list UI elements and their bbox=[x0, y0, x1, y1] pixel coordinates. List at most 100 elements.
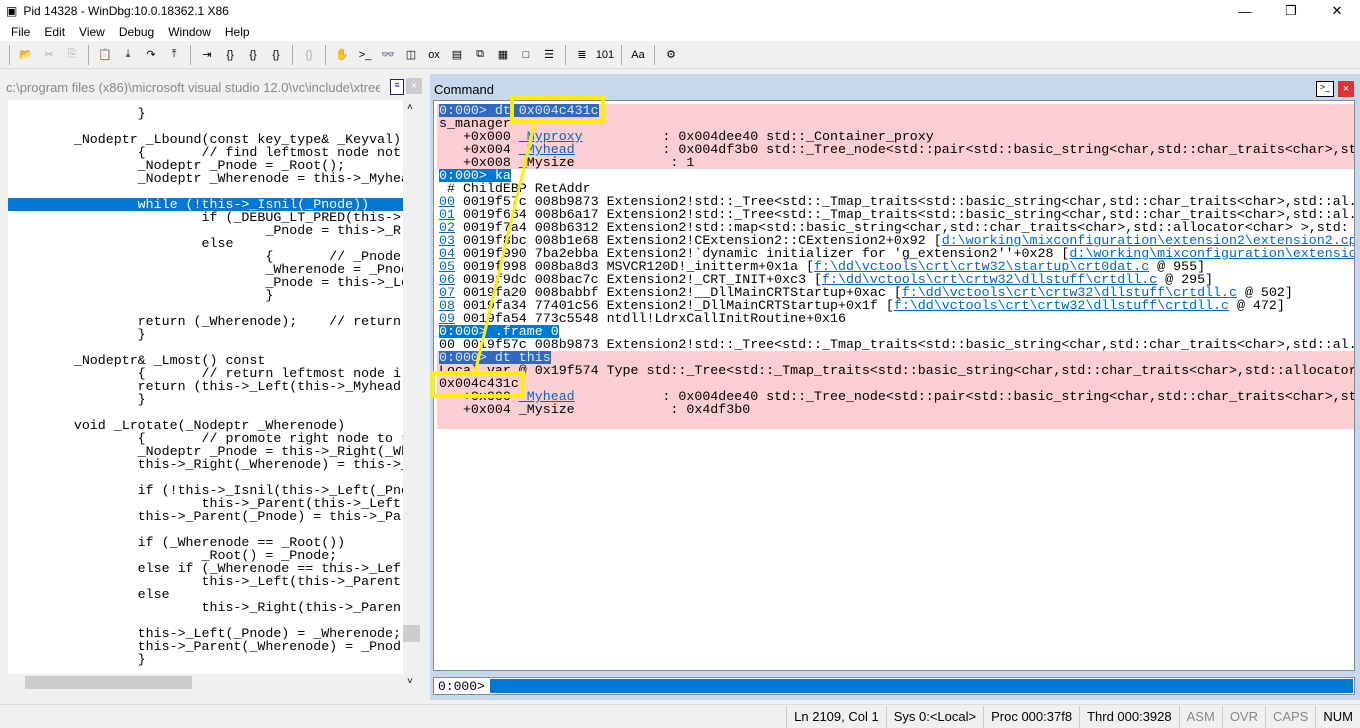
output-link[interactable]: 06 bbox=[439, 273, 455, 286]
open-icon[interactable]: 📂 bbox=[16, 45, 36, 65]
menu-view[interactable]: View bbox=[72, 25, 112, 39]
font-icon[interactable]: Aa bbox=[628, 45, 648, 65]
close-button[interactable]: ✕ bbox=[1314, 0, 1360, 22]
output-line: 00 0019f57c 008b9873 Extension2!std::_Tr… bbox=[437, 195, 1355, 208]
toolbar-separator bbox=[621, 44, 622, 65]
maximize-button[interactable]: ❐ bbox=[1268, 0, 1314, 22]
command-input[interactable] bbox=[489, 679, 1353, 693]
go-icon[interactable]: {} bbox=[220, 45, 240, 65]
menu-window[interactable]: Window bbox=[161, 25, 218, 39]
command-output[interactable]: 0:000> dt 0x004c431c s_manager +0x000 _My… bbox=[433, 100, 1355, 671]
output-link[interactable]: 05 bbox=[439, 260, 455, 273]
output-line: 0x004c431c bbox=[437, 377, 1354, 390]
document-icon[interactable]: ≡ bbox=[390, 79, 404, 95]
output-link[interactable]: f:\dd\vctools\crt\crtw32\dllstuff\crtdll… bbox=[902, 286, 1237, 299]
minimize-button[interactable]: — bbox=[1222, 0, 1268, 22]
step-into-icon[interactable]: ⤓ bbox=[118, 45, 138, 65]
scratch-icon[interactable]: □ bbox=[516, 45, 536, 65]
toolbar-separator bbox=[292, 44, 293, 65]
output-link[interactable]: _Myproxy bbox=[519, 130, 583, 143]
source-path: c:\program files (x86)\microsoft visual … bbox=[6, 80, 380, 95]
output-link[interactable]: _Myhead bbox=[519, 390, 575, 403]
run-to-cursor-icon[interactable]: ⇥ bbox=[197, 45, 217, 65]
scrollbar-thumb[interactable] bbox=[403, 625, 420, 642]
locals-icon[interactable]: ◫ bbox=[401, 45, 421, 65]
output-link[interactable]: 00 bbox=[439, 195, 455, 208]
output-link[interactable]: d:\working\mixconfiguration\extension2\e… bbox=[942, 234, 1354, 247]
hex-mode-icon[interactable]: 101 bbox=[595, 45, 615, 65]
source-mode-icon[interactable]: ≣ bbox=[572, 45, 592, 65]
output-text: 0019f9dc 008bac7c Extension2!_CRT_INIT+0… bbox=[454, 273, 823, 286]
paste-icon[interactable]: 📋 bbox=[95, 45, 115, 65]
output-link[interactable]: f:\dd\vctools\crt\crtw32\startup\crt0dat… bbox=[814, 260, 1149, 273]
source-line: } bbox=[10, 392, 146, 407]
source-horizontal-scrollbar[interactable] bbox=[8, 674, 403, 691]
break-icon[interactable]: {} bbox=[243, 45, 263, 65]
output-link[interactable]: _Myhead bbox=[519, 143, 575, 156]
copy-icon[interactable]: ⎘ bbox=[62, 45, 82, 65]
command-echo: 0:000> dt 0x004c431c bbox=[439, 104, 599, 117]
output-link[interactable]: 08 bbox=[439, 299, 455, 312]
output-line: +0x000 _Myhead : 0x004dee40 std::_Tree_n… bbox=[437, 390, 1354, 403]
menu-help[interactable]: Help bbox=[218, 25, 257, 39]
output-link[interactable]: 07 bbox=[439, 286, 455, 299]
call-stack-icon[interactable]: ⧉ bbox=[470, 45, 490, 65]
step-out-icon[interactable]: ⤒ bbox=[164, 45, 184, 65]
output-text: @ 472] bbox=[1228, 299, 1285, 312]
output-link[interactable]: f:\dd\vctools\crt\crtw32\dllstuff\crtdll… bbox=[822, 273, 1157, 286]
menu-file[interactable]: File bbox=[4, 25, 37, 39]
command-input-row: 0:000> bbox=[433, 677, 1355, 695]
output-line: 0:000> .frame 0 bbox=[437, 325, 1354, 338]
output-line: 02 0019f7a4 008b6312 Extension2!std::map… bbox=[437, 221, 1354, 234]
output-link[interactable]: d:\working\mixconfiguration\extension2 bbox=[1069, 247, 1354, 260]
step-over-icon[interactable]: ↷ bbox=[141, 45, 161, 65]
output-link[interactable]: 03 bbox=[439, 234, 455, 247]
hand-icon[interactable]: ✋ bbox=[332, 45, 352, 65]
output-text: : 0x004dee40 std::_Container_proxy bbox=[582, 130, 934, 143]
output-link[interactable]: 02 bbox=[439, 221, 455, 234]
output-text: 0019f57c 008b9873 Extension2!std::_Tree<… bbox=[454, 195, 1355, 208]
source-line: _Nodeptr _Wherenode = this->_Myhead; bbox=[10, 171, 403, 186]
processes-icon[interactable]: ☰ bbox=[539, 45, 559, 65]
status-thrd: Thrd 000:3928 bbox=[1079, 705, 1179, 728]
disassembly-icon[interactable]: ▦ bbox=[493, 45, 513, 65]
output-line: # ChildEBP RetAddr bbox=[437, 182, 1354, 195]
output-text: 0019fa34 77401c56 Extension2!_DllMainCRT… bbox=[454, 299, 894, 312]
cut-icon[interactable]: ✂ bbox=[39, 45, 59, 65]
output-text: +0x004 _Mysize : 0x4df3b0 bbox=[439, 403, 751, 416]
source-vertical-scrollbar[interactable]: ˄ ˅ bbox=[403, 100, 420, 689]
title-bar: ▣ Pid 14328 - WinDbg:10.0.18362.1 X86 — … bbox=[0, 0, 1360, 22]
output-text: +0x008 _Mysize : 1 bbox=[439, 156, 695, 169]
status-sys: Sys 0:<Local> bbox=[885, 705, 983, 728]
menu-edit[interactable]: Edit bbox=[37, 25, 72, 39]
command-icon[interactable]: >_ bbox=[355, 45, 375, 65]
output-text: : 0x004dee40 std::_Tree_node<std::pair<s… bbox=[662, 390, 1354, 403]
command-echo: 0:000> .frame 0 bbox=[439, 325, 559, 338]
output-link[interactable]: 09 bbox=[439, 312, 455, 325]
output-text: s_manager bbox=[439, 117, 511, 130]
output-link[interactable]: f:\dd\vctools\crt\crtw32\dllstuff\crtdll… bbox=[894, 299, 1229, 312]
command-close-button[interactable]: × bbox=[1338, 81, 1354, 97]
output-text: # ChildEBP RetAddr bbox=[439, 182, 591, 195]
source-close-button[interactable]: × bbox=[406, 78, 422, 94]
hscroll-thumb[interactable] bbox=[25, 676, 192, 689]
source-line: } bbox=[10, 327, 146, 342]
memory-icon[interactable]: ▤ bbox=[447, 45, 467, 65]
output-line: 04 0019f990 7ba2ebba Extension2!`dynamic… bbox=[437, 247, 1354, 260]
source-window: c:\program files (x86)\microsoft visual … bbox=[0, 74, 426, 700]
source-code[interactable]: } _Nodeptr _Lbound(const key_type& _Keyv… bbox=[8, 100, 403, 689]
output-text: 0019f990 7ba2ebba Extension2!`dynamic in… bbox=[454, 247, 1070, 260]
output-link[interactable]: 01 bbox=[439, 208, 455, 221]
output-link[interactable]: 04 bbox=[439, 247, 455, 260]
stop-icon[interactable]: {} bbox=[299, 45, 319, 65]
restart-icon[interactable]: {} bbox=[266, 45, 286, 65]
output-text: : 0x004df3b0 std::_Tree_node<std::pair<s… bbox=[662, 143, 1354, 156]
output-text: +0x000 bbox=[439, 390, 519, 403]
watch-icon[interactable]: 👓 bbox=[378, 45, 398, 65]
registers-icon[interactable]: ox bbox=[424, 45, 444, 65]
output-text: 0019f664 008b6a17 Extension2!std::_Tree<… bbox=[454, 208, 1355, 221]
options-icon[interactable]: ⚙ bbox=[661, 45, 681, 65]
menu-debug[interactable]: Debug bbox=[112, 25, 161, 39]
command-prompt-icon[interactable]: >_ bbox=[1316, 81, 1334, 97]
output-line: +0x004 _Mysize : 0x4df3b0 bbox=[437, 403, 1354, 416]
